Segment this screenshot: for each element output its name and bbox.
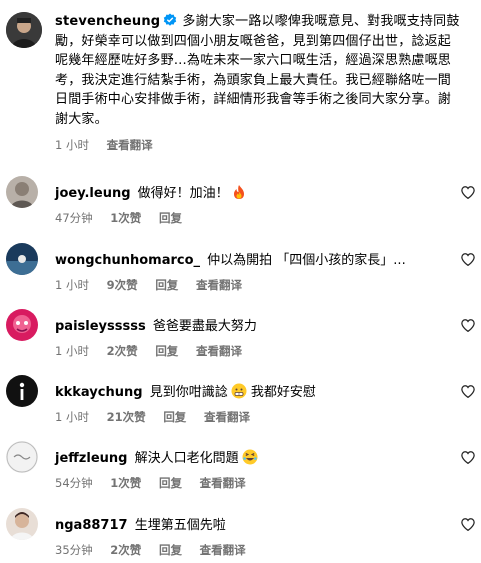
- comment-item: nga88717 生埋第五個先啦 35分钟 2次赞 回复 查看翻译: [0, 508, 481, 563]
- translate-link[interactable]: 查看翻译: [107, 138, 153, 152]
- fire-emoji-icon: [233, 185, 244, 199]
- comment-time: 54分钟: [55, 476, 93, 490]
- comment-text: 見到你咁識諗: [149, 385, 228, 400]
- comment-text-2: 我都好安慰: [250, 385, 316, 400]
- post-meta: 1 小时 查看翻译: [55, 137, 167, 153]
- comment-username[interactable]: paisleysssss: [55, 319, 146, 334]
- avatar[interactable]: [6, 176, 38, 208]
- reply-link[interactable]: 回复: [159, 543, 182, 557]
- avatar[interactable]: [6, 441, 38, 473]
- reply-link[interactable]: 回复: [159, 211, 182, 225]
- reply-link[interactable]: 回复: [163, 410, 186, 424]
- grimace-emoji-icon: [231, 383, 247, 399]
- avatar[interactable]: [6, 508, 38, 540]
- likes-count[interactable]: 2次赞: [110, 543, 141, 557]
- heart-icon[interactable]: [461, 186, 475, 199]
- avatar[interactable]: [6, 12, 42, 48]
- post-caption: stevencheung 多謝大家一路以嚟俾我嘅意見、對我嘅支持同鼓勵，好榮幸可以…: [0, 0, 481, 160]
- comment-username[interactable]: wongchunhomarco_: [55, 253, 200, 268]
- comment-item: jeffzleung 解決人口老化問題 54分钟 1次赞 回复 查看翻译: [0, 441, 481, 507]
- heart-icon[interactable]: [461, 385, 475, 398]
- reply-link[interactable]: 回复: [155, 344, 178, 358]
- verified-badge-icon: [164, 13, 177, 26]
- comment-text: 生埋第五個先啦: [134, 518, 226, 533]
- comment-body: nga88717 生埋第五個先啦: [55, 514, 226, 533]
- translate-link[interactable]: 查看翻译: [196, 278, 242, 292]
- avatar[interactable]: [6, 375, 38, 407]
- heart-icon[interactable]: [461, 319, 475, 332]
- translate-link[interactable]: 查看翻译: [196, 344, 242, 358]
- comment-body: wongchunhomarco_ 仲以為開拍 「四個小孩的家長」...: [55, 249, 406, 268]
- comment-text: 爸爸要盡最大努力: [152, 319, 257, 334]
- comment-item: kkkaychung 見到你咁識諗 我都好安慰 1 小时 21次赞 回复 查看翻…: [0, 375, 481, 441]
- comment-meta: 35分钟 2次赞 回复 查看翻译: [55, 542, 260, 558]
- post-username[interactable]: stevencheung: [55, 14, 160, 29]
- comment-username[interactable]: nga88717: [55, 518, 128, 533]
- likes-count[interactable]: 21次赞: [107, 410, 146, 424]
- reply-link[interactable]: 回复: [155, 278, 178, 292]
- comment-body: kkkaychung 見到你咁識諗 我都好安慰: [55, 381, 316, 400]
- avatar[interactable]: [6, 309, 38, 341]
- heart-icon[interactable]: [461, 253, 475, 266]
- comment-text: 做得好！加油！: [137, 186, 229, 201]
- likes-count[interactable]: 2次赞: [107, 344, 138, 358]
- heart-icon[interactable]: [461, 451, 475, 464]
- caption-body: 多謝大家一路以嚟俾我嘅意見、對我嘅支持同鼓勵，好榮幸可以做到四個小朋友嘅爸爸，見…: [55, 14, 460, 127]
- comment-username[interactable]: kkkaychung: [55, 385, 143, 400]
- likes-count[interactable]: 1次赞: [110, 476, 141, 490]
- comment-username[interactable]: joey.leung: [55, 186, 131, 201]
- comment-username[interactable]: jeffzleung: [55, 451, 127, 466]
- comment-item: joey.leung 做得好！加油！ 47分钟 1次赞 回复: [0, 176, 481, 242]
- avatar[interactable]: [6, 243, 38, 275]
- comment-text: 解決人口老化問題: [134, 451, 239, 466]
- reply-link[interactable]: 回复: [159, 476, 182, 490]
- comment-meta: 54分钟 1次赞 回复 查看翻译: [55, 475, 260, 491]
- translate-link[interactable]: 查看翻译: [204, 410, 250, 424]
- comment-time: 1 小时: [55, 278, 89, 292]
- comment-time: 35分钟: [55, 543, 93, 557]
- comment-item: wongchunhomarco_ 仲以為開拍 「四個小孩的家長」... 1 小时…: [0, 243, 481, 309]
- comment-time: 1 小时: [55, 344, 89, 358]
- comment-text: 仲以為開拍 「四個小孩的家長」...: [207, 253, 406, 268]
- likes-count[interactable]: 9次赞: [107, 278, 138, 292]
- translate-link[interactable]: 查看翻译: [200, 543, 246, 557]
- post-time: 1 小时: [55, 138, 89, 152]
- comments-panel: stevencheung 多謝大家一路以嚟俾我嘅意見、對我嘅支持同鼓勵，好榮幸可以…: [0, 0, 481, 563]
- translate-link[interactable]: 查看翻译: [200, 476, 246, 490]
- laughing-emoji-icon: [242, 449, 258, 465]
- likes-count[interactable]: 1次赞: [110, 211, 141, 225]
- comment-body: joey.leung 做得好！加油！: [55, 182, 246, 201]
- comment-meta: 1 小时 9次赞 回复 查看翻译: [55, 277, 256, 293]
- heart-icon[interactable]: [461, 518, 475, 531]
- comment-time: 47分钟: [55, 211, 93, 225]
- comment-body: jeffzleung 解決人口老化問題: [55, 447, 258, 466]
- comment-meta: 1 小时 2次赞 回复 查看翻译: [55, 343, 256, 359]
- comment-meta: 1 小时 21次赞 回复 查看翻译: [55, 409, 264, 425]
- comment-item: paisleysssss 爸爸要盡最大努力 1 小时 2次赞 回复 查看翻译: [0, 309, 481, 375]
- comment-body: paisleysssss 爸爸要盡最大努力: [55, 315, 257, 334]
- comment-meta: 47分钟 1次赞 回复: [55, 210, 196, 226]
- comment-time: 1 小时: [55, 410, 89, 424]
- caption-text: stevencheung 多謝大家一路以嚟俾我嘅意見、對我嘅支持同鼓勵，好榮幸可以…: [55, 12, 463, 129]
